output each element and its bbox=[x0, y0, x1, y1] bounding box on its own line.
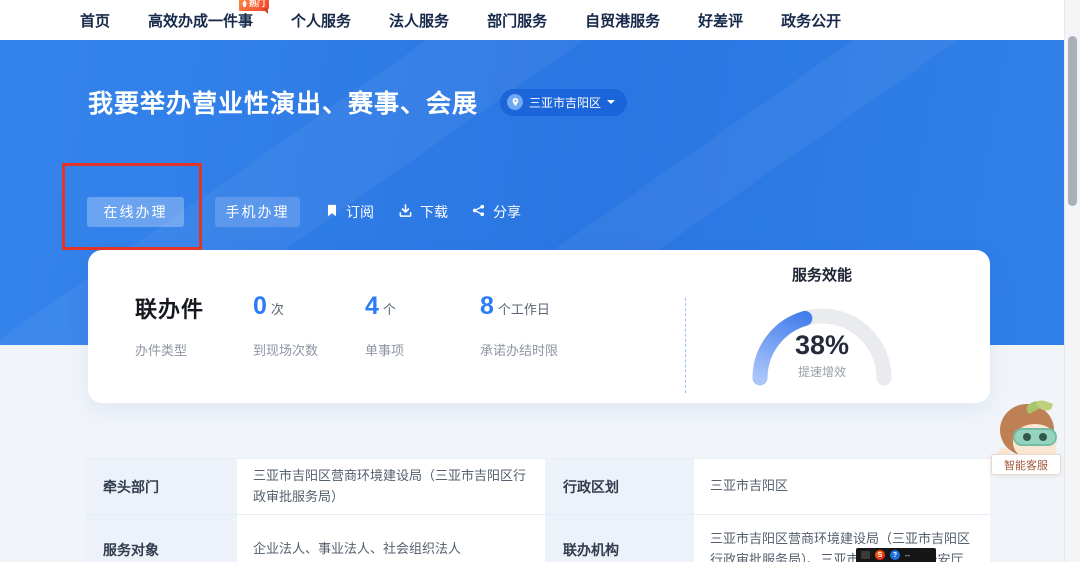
mascot-eye bbox=[1039, 433, 1047, 441]
subscribe-button[interactable]: 订阅 bbox=[325, 197, 374, 227]
table-label-lead-department: 牵头部门 bbox=[85, 458, 237, 515]
stat-label: 承诺办结时限 bbox=[480, 340, 558, 359]
download-button[interactable]: 下载 bbox=[398, 197, 448, 227]
ime-minimize-button[interactable]: – bbox=[905, 548, 910, 562]
nav-item-free-trade-port[interactable]: 自贸港服务 bbox=[585, 10, 660, 31]
download-label: 下载 bbox=[420, 202, 448, 222]
page-title: 我要举办营业性演出、赛事、会展 bbox=[88, 84, 478, 120]
gauge-caption: 提速增效 bbox=[743, 363, 901, 380]
online-handle-button[interactable]: 在线办理 bbox=[87, 197, 184, 227]
table-label-joint-agencies: 联办机构 bbox=[545, 515, 694, 562]
table-value-service-target: 企业法人、事业法人、社会组织法人 bbox=[237, 515, 545, 562]
share-label: 分享 bbox=[493, 202, 521, 222]
nav-item-personal[interactable]: 个人服务 bbox=[291, 10, 351, 31]
download-icon bbox=[398, 203, 413, 221]
flame-icon bbox=[242, 0, 247, 7]
share-icon bbox=[471, 203, 486, 221]
ime-help-icon[interactable]: ? bbox=[890, 550, 900, 560]
gauge-percent: 38% bbox=[743, 330, 901, 361]
ime-grid-icon bbox=[861, 551, 870, 559]
stat-label: 单事项 bbox=[365, 340, 404, 359]
region-selector[interactable]: 三亚市吉阳区 bbox=[500, 89, 627, 116]
hero-button-row: 在线办理 手机办理 订阅 下载 bbox=[0, 197, 1064, 227]
table-value-admin-division: 三亚市吉阳区 bbox=[694, 458, 990, 515]
stat-unit: 个工作日 bbox=[498, 302, 550, 317]
nav-item-home[interactable]: 首页 bbox=[80, 10, 110, 31]
nav-item-rating[interactable]: 好差评 bbox=[698, 10, 743, 31]
location-pin-icon bbox=[507, 94, 523, 110]
nav-item-department[interactable]: 部门服务 bbox=[487, 10, 547, 31]
stat-unit: 个 bbox=[383, 302, 396, 317]
nav-item-gov-disclosure[interactable]: 政务公开 bbox=[781, 10, 841, 31]
stat-value: 联办件 bbox=[135, 297, 204, 322]
stat-value: 0 bbox=[253, 292, 267, 320]
share-button[interactable]: 分享 bbox=[471, 197, 521, 227]
nav-item-one-thing-label: 高效办成一件事 bbox=[148, 13, 253, 30]
mascot-leaf bbox=[1035, 399, 1053, 413]
stat-value: 4 bbox=[365, 292, 379, 320]
stat-label: 办件类型 bbox=[135, 340, 187, 359]
mobile-handle-button[interactable]: 手机办理 bbox=[215, 197, 300, 227]
table-value-lead-department: 三亚市吉阳区营商环境建设局（三亚市吉阳区行政审批服务局） bbox=[237, 458, 545, 515]
stat-unit: 次 bbox=[271, 302, 284, 317]
hot-badge: 热门 bbox=[239, 0, 269, 11]
smart-assistant-widget[interactable]: 智能客服 bbox=[992, 396, 1064, 480]
bookmark-icon bbox=[325, 203, 339, 221]
table-label-service-target: 服务对象 bbox=[85, 515, 237, 562]
table-value-joint-agencies: 三亚市吉阳区营商环境建设局（三亚市吉阳区行政审批服务局）、三亚市公安局、省公安厅 bbox=[694, 515, 990, 562]
service-info-table: 牵头部门 三亚市吉阳区营商环境建设局（三亚市吉阳区行政审批服务局） 行政区划 三… bbox=[85, 458, 990, 562]
efficiency-gauge: 服务效能 38% 提速增效 bbox=[743, 264, 901, 399]
ime-toolbar[interactable]: S ? – bbox=[856, 548, 936, 562]
page: 首页 高效办成一件事 热门 个人服务 法人服务 部门服务 自贸港服务 好差评 政… bbox=[0, 0, 1080, 562]
ime-logo-icon[interactable]: S bbox=[875, 550, 885, 560]
mascot-eye bbox=[1023, 433, 1031, 441]
dashed-divider bbox=[685, 298, 686, 393]
gauge-title: 服务效能 bbox=[743, 264, 901, 285]
table-label-admin-division: 行政区划 bbox=[545, 458, 694, 515]
nav-item-legal-person[interactable]: 法人服务 bbox=[389, 10, 449, 31]
top-nav: 首页 高效办成一件事 热门 个人服务 法人服务 部门服务 自贸港服务 好差评 政… bbox=[0, 0, 1064, 40]
mascot-goggles bbox=[1013, 428, 1057, 446]
stat-value: 8 bbox=[480, 292, 494, 320]
hot-badge-label: 热门 bbox=[249, 0, 265, 11]
nav-item-one-thing[interactable]: 高效办成一件事 热门 bbox=[148, 10, 253, 31]
scrollbar-thumb[interactable] bbox=[1068, 36, 1077, 206]
subscribe-label: 订阅 bbox=[346, 202, 374, 222]
assistant-label: 智能客服 bbox=[991, 454, 1061, 475]
scrollbar-track bbox=[1064, 0, 1080, 562]
stat-label: 到现场次数 bbox=[253, 340, 318, 359]
region-label: 三亚市吉阳区 bbox=[529, 94, 601, 111]
mascot-icon bbox=[1000, 404, 1054, 456]
chevron-down-icon bbox=[607, 100, 615, 108]
service-stats-card: 联办件 办件类型 0次 到现场次数 4个 单事项 8 个工作日 承诺办结时限 服务… bbox=[88, 250, 990, 403]
